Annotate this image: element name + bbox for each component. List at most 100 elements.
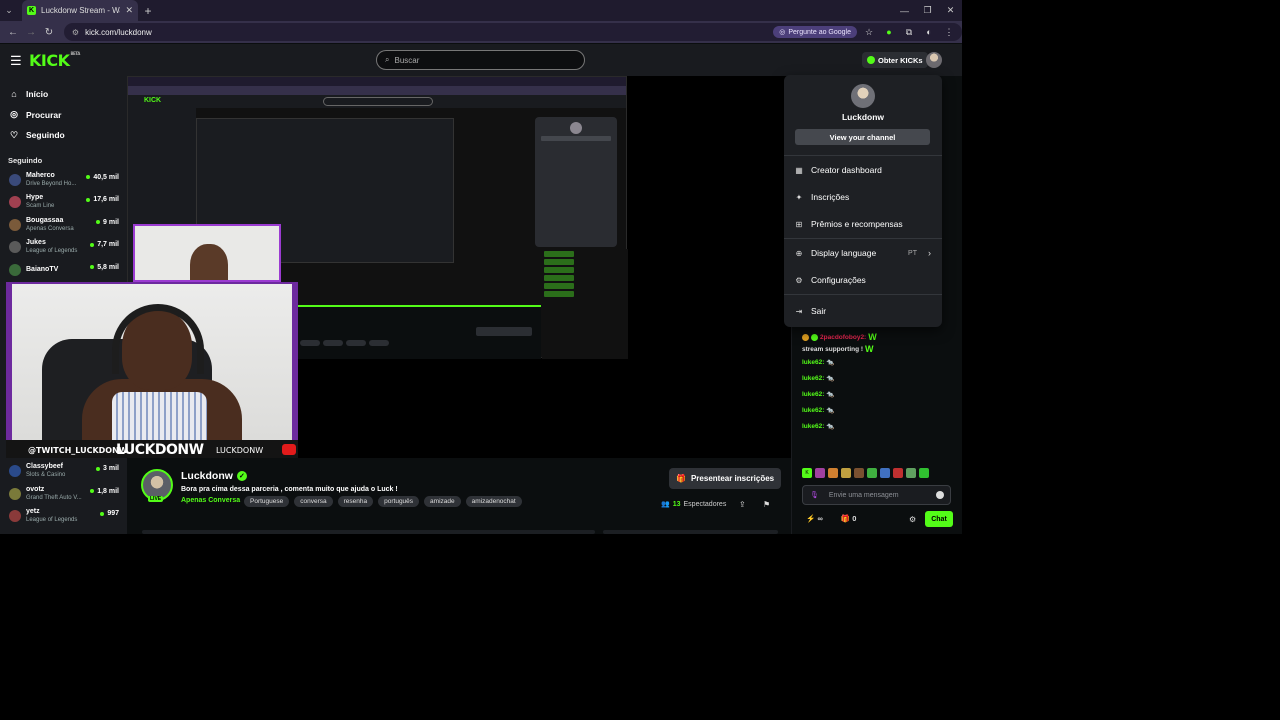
chat-username[interactable]: luke62: [802, 407, 824, 414]
stream-tag[interactable]: resenha [337, 496, 374, 507]
emote-6-icon[interactable] [880, 468, 890, 478]
menu-logout[interactable]: ⇥ Sair [795, 304, 931, 318]
mic-icon[interactable]: 🎙 [810, 491, 819, 499]
chat-text: 🐀 [826, 423, 835, 430]
sidebar-channel[interactable]: Jukes League of Legends 7,7 mil [0, 236, 127, 259]
channel-points[interactable]: ⚡ ∞ [806, 514, 823, 523]
forward-icon[interactable]: → [22, 23, 40, 41]
about-panel-edge [142, 530, 595, 534]
sidebar-item-following[interactable]: ♡ Seguindo [0, 125, 127, 146]
live-dot-icon [86, 175, 91, 179]
tab-search-icon[interactable]: ⌄ [0, 0, 18, 21]
search-input[interactable]: ⌕ Buscar [376, 50, 585, 70]
emote-1-icon[interactable] [815, 468, 825, 478]
address-bar[interactable]: ⚙ kick.com/luckdonw ◎ Pergunte ao Google… [63, 23, 962, 41]
menu-label: Display language [811, 248, 877, 258]
chat-settings-icon[interactable]: ⚙ [909, 515, 916, 524]
extension-green-icon[interactable]: ● [880, 27, 898, 37]
menu-subscriptions[interactable]: ✦ Inscrições [795, 190, 931, 204]
get-kicks-button[interactable]: Obter KICKs [862, 52, 928, 68]
stream-tag[interactable]: português [378, 496, 420, 507]
emote-2-icon[interactable] [828, 468, 838, 478]
sidebar-item-home[interactable]: ⌂ Início [0, 84, 127, 105]
live-dot-icon [100, 511, 105, 516]
channel-viewers: 3 mil [96, 465, 119, 472]
extensions-puzzle-icon[interactable]: ⧉ [900, 27, 918, 38]
emote-kick-icon[interactable]: K [802, 468, 812, 478]
channel-avatar [9, 196, 21, 209]
reload-icon[interactable]: ↻ [40, 23, 58, 41]
minimize-icon[interactable]: — [893, 0, 916, 21]
chat-send-button[interactable]: Chat [925, 511, 953, 527]
chat-username[interactable]: luke62: [802, 359, 824, 366]
site-info-icon[interactable]: ⚙ [72, 28, 79, 37]
user-avatar[interactable] [926, 52, 942, 68]
gift-subs-button[interactable]: 🎁 Presentear inscrições [669, 468, 782, 489]
url-text: kick.com/luckdonw [85, 27, 152, 37]
new-tab-icon[interactable]: + [138, 4, 158, 18]
sidebar-item-browse[interactable]: ◎ Procurar [0, 105, 127, 126]
captured-chat [542, 249, 628, 359]
sidebar-channel[interactable]: Maherco Drive Beyond Ho... 40,5 mil [0, 169, 127, 192]
ask-google-button[interactable]: ◎ Pergunte ao Google [773, 26, 858, 38]
stream-tag[interactable]: amizadenochat [465, 496, 522, 507]
chat-message: luke62: 🐀 [802, 358, 835, 367]
menu-hamburger-icon[interactable]: ☰ [10, 53, 22, 69]
restore-icon[interactable]: ❐ [916, 0, 939, 21]
close-tab-icon[interactable]: ✕ [125, 5, 133, 16]
emote-bar: K [802, 468, 929, 478]
channel-viewers: 7,7 mil [90, 241, 119, 248]
back-icon[interactable]: ← [4, 23, 22, 41]
menu-creator-dashboard[interactable]: ▦ Creator dashboard [795, 163, 931, 177]
channel-avatar [9, 465, 21, 478]
share-icon[interactable]: ⇪ [739, 500, 746, 509]
chat-username[interactable]: luke62: [802, 375, 824, 382]
browser-tab[interactable]: K Luckdonw Stream - Watch Live ✕ [22, 0, 138, 21]
menu-label: Configurações [811, 275, 866, 285]
emote-5-icon[interactable] [867, 468, 877, 478]
chat-username[interactable]: luke62: [802, 423, 824, 430]
emote-9-icon[interactable] [919, 468, 929, 478]
gifts-count[interactable]: 🎁 0 [841, 514, 857, 523]
following-heading: Seguindo [8, 155, 43, 165]
stream-category[interactable]: Apenas Conversa [181, 497, 240, 504]
chat-username[interactable]: 2pacdofoboy2: [820, 334, 866, 341]
more-menu-icon[interactable]: ⋮ [940, 27, 958, 38]
sidebar-channel[interactable]: yetz League of Legends 997 [0, 505, 127, 528]
bookmark-star-icon[interactable]: ☆ [860, 27, 878, 38]
menu-rewards[interactable]: ⊞ Prêmios e recompensas [795, 217, 931, 231]
menu-display-language[interactable]: ⊕ Display language PT › [795, 246, 931, 260]
channel-viewers: 9 mil [96, 219, 119, 226]
view-channel-button[interactable]: View your channel [795, 129, 930, 145]
stream-tag[interactable]: Portuguese [244, 496, 290, 507]
chat-footer: ⚡ ∞ 🎁 0 [806, 514, 856, 523]
stream-tag[interactable]: conversa [294, 496, 333, 507]
chat-placeholder: Envie uma mensagem [828, 491, 899, 499]
sidebar-channel[interactable]: BaianoTV 5,8 mil [0, 259, 127, 282]
sidebar-channel[interactable]: ovotz Grand Theft Auto V... 1,8 mil [0, 483, 127, 506]
emote-8-icon[interactable] [906, 468, 916, 478]
gift-icon: 🎁 [676, 474, 686, 483]
streamer-name[interactable]: Luckdonw ✓ [181, 470, 247, 482]
close-window-icon[interactable]: ✕ [939, 0, 962, 21]
follow-user-icon[interactable]: ⚑ [763, 500, 770, 509]
captured-menu-row [541, 147, 617, 157]
sidebar-channel[interactable]: Hype Scam Line 17,6 mil [0, 191, 127, 214]
emote-4-icon[interactable] [854, 468, 864, 478]
kicks-gem-icon [867, 56, 875, 64]
stream-tag[interactable]: amizade [424, 496, 461, 507]
chat-message: luke62: 🐀 [802, 374, 835, 383]
kick-logo[interactable]: KICKBETA [29, 51, 80, 70]
captured-gift-button [476, 327, 532, 336]
sidebar-channel[interactable]: Bougassaa Apenas Conversa 9 mil [0, 214, 127, 237]
channel-category: Apenas Conversa [26, 225, 74, 232]
menu-settings[interactable]: ⚙ Configurações [795, 273, 931, 287]
emote-3-icon[interactable] [841, 468, 851, 478]
emoji-icon[interactable] [936, 491, 944, 499]
sidebar-channel[interactable]: Classybeef Slots & Casino 3 mil [0, 460, 127, 483]
profile-icon[interactable]: ◐ [920, 27, 938, 37]
emote-7-icon[interactable] [893, 468, 903, 478]
chat-username[interactable]: luke62: [802, 391, 824, 398]
compass-icon: ◎ [10, 109, 18, 120]
chat-input[interactable]: 🎙 Envie uma mensagem [802, 485, 951, 505]
